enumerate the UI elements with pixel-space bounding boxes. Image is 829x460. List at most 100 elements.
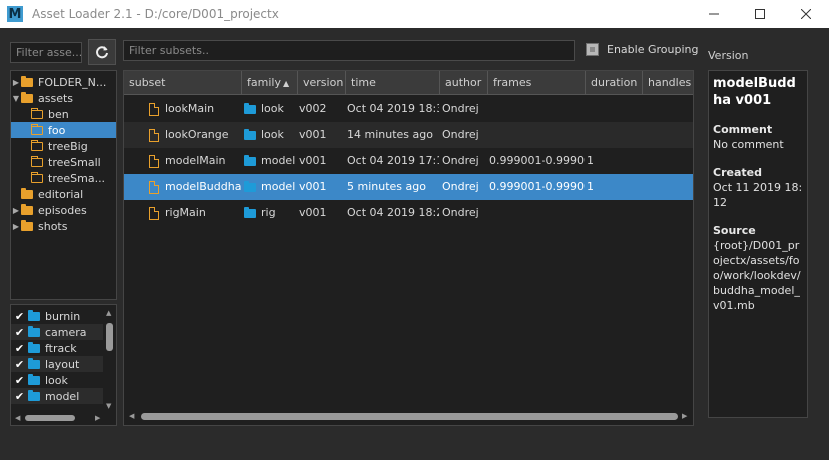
cell-time: 14 minutes ago: [347, 128, 433, 141]
column-header-handles[interactable]: handles: [643, 71, 693, 95]
expand-arrow-icon[interactable]: ▶: [11, 206, 21, 215]
version-heading: Version: [708, 49, 749, 62]
scroll-down-icon[interactable]: ▼: [106, 402, 111, 410]
family-item-layout[interactable]: ✔ layout: [11, 356, 103, 372]
cell-frames: 0.999001-0.999001: [489, 180, 585, 193]
family-item-burnin[interactable]: ✔ burnin: [11, 308, 103, 324]
tree-item-assets[interactable]: ▼ assets: [11, 90, 116, 106]
expand-arrow-icon[interactable]: ▶: [11, 78, 21, 87]
enable-grouping-checkbox[interactable]: [586, 43, 599, 56]
minimize-icon[interactable]: [691, 0, 737, 28]
table-row-selected[interactable]: modelBuddha model v001 5 minutes ago Ond…: [124, 174, 693, 200]
cell-frames: [489, 96, 585, 122]
cell-duration: [587, 200, 642, 226]
tree-item-editorial[interactable]: editorial: [11, 186, 116, 202]
cell-subset: rigMain: [165, 206, 206, 219]
checkbox-checked-icon[interactable]: ✔: [14, 391, 25, 402]
scroll-up-icon[interactable]: ▲: [106, 309, 111, 317]
cell-subset: lookMain: [165, 102, 215, 115]
tree-item-episodes[interactable]: ▶ episodes: [11, 202, 116, 218]
asset-filter-input[interactable]: Filter asse...: [10, 42, 82, 63]
scroll-left-icon[interactable]: ◀: [15, 414, 20, 422]
cell-subset: modelMain: [165, 154, 226, 167]
tree-item-label: treeSmall: [48, 155, 101, 169]
cell-family: model: [261, 154, 296, 167]
scrollbar-thumb[interactable]: [106, 323, 113, 351]
family-folder-icon: [28, 373, 40, 385]
cell-subset: modelBuddha: [165, 180, 241, 193]
column-header-family[interactable]: family ▲: [242, 71, 298, 95]
cell-family: look: [261, 128, 284, 141]
family-item-camera[interactable]: ✔ camera: [11, 324, 103, 340]
cell-time: Oct 04 2019 17:16: [347, 154, 439, 167]
family-list-vertical-scrollbar[interactable]: ▲ ▼: [105, 309, 115, 411]
family-folder-icon: [244, 154, 256, 166]
folder-outline-icon: [31, 123, 43, 135]
family-list-horizontal-scrollbar[interactable]: ◀ ▶: [15, 413, 103, 423]
table-row[interactable]: lookMain look v002 Oct 04 2019 18:34 Ond…: [124, 96, 693, 122]
cell-time: 5 minutes ago: [347, 180, 426, 193]
checkbox-checked-icon[interactable]: ✔: [14, 343, 25, 354]
cell-duration: 1: [587, 154, 594, 167]
comment-label: Comment: [713, 123, 773, 136]
column-header-time[interactable]: time: [346, 71, 440, 95]
checkbox-checked-icon[interactable]: ✔: [14, 327, 25, 338]
folder-icon: [21, 203, 33, 215]
close-icon[interactable]: [783, 0, 829, 28]
app-logo-icon: M: [7, 6, 23, 22]
column-header-version[interactable]: version: [298, 71, 346, 95]
file-icon: [149, 154, 159, 168]
scrollbar-thumb[interactable]: [25, 415, 75, 421]
tree-item-label: foo: [48, 123, 66, 137]
maximize-icon[interactable]: [737, 0, 783, 28]
collapse-arrow-icon[interactable]: ▼: [11, 94, 21, 103]
scroll-right-icon[interactable]: ▶: [95, 414, 100, 422]
tree-item-label: FOLDER_N...: [38, 75, 107, 89]
file-icon: [149, 206, 159, 220]
table-row[interactable]: lookOrange look v001 14 minutes ago Ondr…: [124, 122, 693, 148]
folder-icon: [21, 219, 33, 231]
column-header-frames[interactable]: frames: [488, 71, 586, 95]
version-details-panel: modelBuddha v001 Comment No comment Crea…: [708, 70, 808, 418]
checkbox-checked-icon[interactable]: ✔: [14, 375, 25, 386]
tree-item-foo[interactable]: foo: [11, 122, 116, 138]
expand-arrow-icon[interactable]: ▶: [11, 222, 21, 231]
tree-item-label: ben: [48, 107, 69, 121]
tree-item-label: assets: [38, 91, 74, 105]
cell-family: look: [261, 102, 284, 115]
scroll-right-icon[interactable]: ▶: [682, 412, 687, 420]
cell-frames: [489, 122, 585, 148]
refresh-button[interactable]: [88, 39, 116, 65]
tree-item-shots[interactable]: ▶ shots: [11, 218, 116, 234]
subset-filter-input[interactable]: Filter subsets..: [123, 40, 575, 61]
tree-item-treesmall[interactable]: treeSmall: [11, 154, 116, 170]
scroll-left-icon[interactable]: ◀: [129, 412, 134, 420]
cell-version: v001: [299, 154, 327, 167]
family-filter-list[interactable]: ✔ burnin ✔ camera ✔ ftrack ✔ layout ✔ lo…: [10, 304, 117, 426]
tree-item-label: treeBig: [48, 139, 88, 153]
column-header-author[interactable]: author: [440, 71, 488, 95]
tree-item-ben[interactable]: ben: [11, 106, 116, 122]
table-row[interactable]: rigMain rig v001 Oct 04 2019 18:26 Ondre…: [124, 200, 693, 226]
scrollbar-thumb[interactable]: [141, 413, 678, 420]
subset-table[interactable]: subset family ▲ version time author frame…: [123, 70, 694, 426]
tree-item-label: editorial: [38, 187, 84, 201]
folder-outline-icon: [31, 139, 43, 151]
cell-subset: lookOrange: [165, 128, 229, 141]
cell-author: Ondrej: [442, 206, 479, 219]
checkbox-checked-icon[interactable]: ✔: [14, 359, 25, 370]
column-header-duration[interactable]: duration: [586, 71, 643, 95]
tree-item-treesma[interactable]: treeSma...: [11, 170, 116, 186]
table-row[interactable]: modelMain model v001 Oct 04 2019 17:16 O…: [124, 148, 693, 174]
asset-tree[interactable]: ▶ FOLDER_N... ▼ assets ben foo treeBig t…: [10, 70, 117, 300]
tree-item-folder-n[interactable]: ▶ FOLDER_N...: [11, 74, 116, 90]
tree-item-treebig[interactable]: treeBig: [11, 138, 116, 154]
cell-frames: 0.999001-0.999001: [489, 154, 585, 167]
family-item-look[interactable]: ✔ look: [11, 372, 103, 388]
family-folder-icon: [28, 357, 40, 369]
checkbox-checked-icon[interactable]: ✔: [14, 311, 25, 322]
table-horizontal-scrollbar[interactable]: ◀ ▶: [125, 409, 692, 423]
column-header-subset[interactable]: subset: [124, 71, 242, 95]
family-item-model[interactable]: ✔ model: [11, 388, 103, 404]
family-item-ftrack[interactable]: ✔ ftrack: [11, 340, 103, 356]
